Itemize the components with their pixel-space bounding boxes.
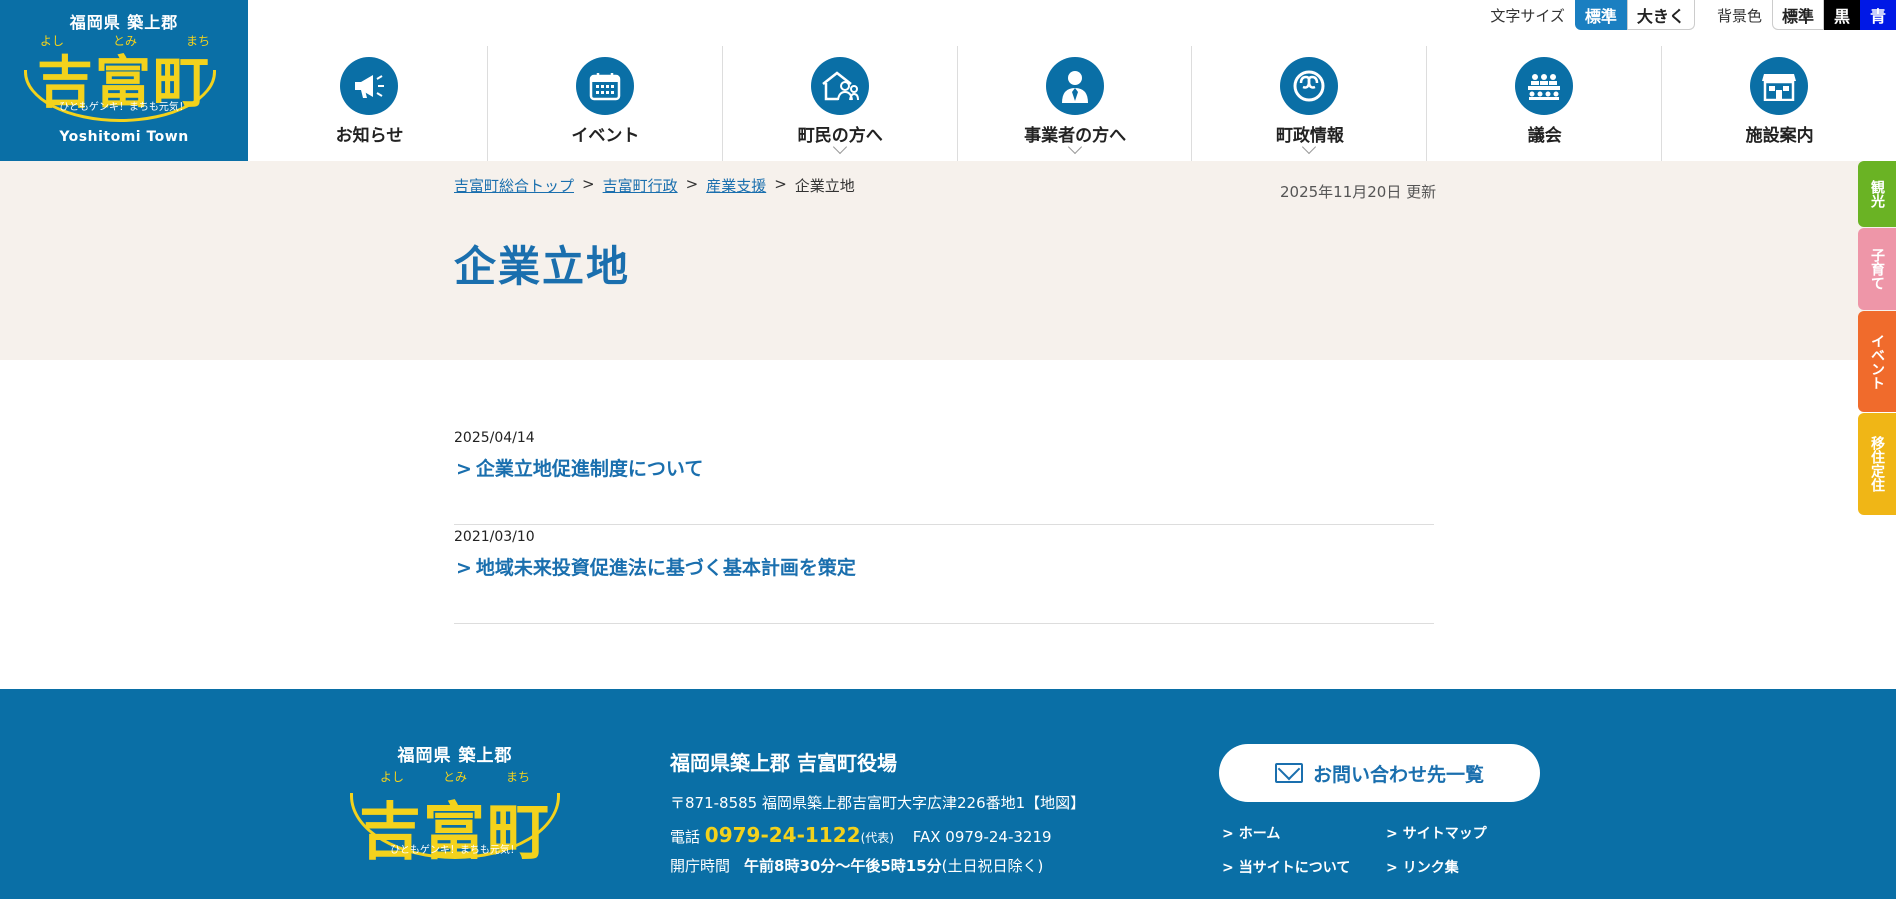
bg-color-label: 背景色 [1716,6,1762,25]
nav-label-event: イベント [571,126,640,146]
global-nav: お知らせ イベント 町民の方へ 事業者の方へ 町政情報 議会 施設案内 [252,46,1896,161]
side-tab-event[interactable]: イベント [1858,311,1896,412]
breadcrumb-separator: > [582,175,595,193]
nav-label-news: お知らせ [335,126,404,146]
article-list: 2025/04/14 企業立地促進制度について 2021/03/10 地域未来投… [454,426,1434,624]
nav-item-town-info[interactable]: 町政情報 [1191,46,1426,161]
updated-date: 2025年11月20日 更新 [1280,183,1437,201]
nav-item-assembly[interactable]: 議会 [1426,46,1661,161]
contact-button-label: お問い合わせ先一覧 [1312,763,1484,786]
nav-label-facilities: 施設案内 [1745,126,1814,146]
footer-logo[interactable]: 福岡県 築上郡 よし とみ まち 吉富町 ひともゲンキ！まちも元気！ [346,741,564,871]
nav-item-news[interactable]: お知らせ [252,46,487,161]
nav-item-residents[interactable]: 町民の方へ [721,46,957,161]
footer-link-home[interactable]: ホーム [1222,823,1386,843]
font-size-label: 文字サイズ [1490,6,1565,25]
bg-standard-button[interactable]: 標準 [1771,0,1824,30]
hours-label: 開庁時間 [670,857,731,875]
logo-town-en: Yoshitomi Town [59,129,189,145]
breadcrumb: 吉富町総合トップ > 吉富町行政 > 産業支援 > 企業立地 [454,175,855,196]
breadcrumb-current: 企業立地 [794,177,855,195]
businessman-icon [1045,57,1104,115]
bg-blue-button[interactable]: 青 [1859,0,1896,30]
site-footer: 福岡県 築上郡 よし とみ まち 吉富町 ひともゲンキ！まちも元気！ 福岡県築上… [0,689,1896,899]
side-tab-tourism[interactable]: 観光 [1858,161,1896,227]
logo-slogan: ひともゲンキ！まちも元気！ [59,102,189,113]
bg-black-button[interactable]: 黒 [1823,0,1860,30]
mail-icon [1274,763,1303,783]
fax-number: FAX 0979-24-3219 [912,828,1052,846]
list-item: 2021/03/10 地域未来投資促進法に基づく基本計画を策定 [454,525,1434,624]
page-title-area: 吉富町総合トップ > 吉富町行政 > 産業支援 > 企業立地 2025年11月2… [0,161,1896,360]
hours-value: 午前8時30分～午後5時15分 [744,857,942,875]
list-item: 2025/04/14 企業立地促進制度について [454,426,1434,525]
hours-note: (土日祝日除く) [941,857,1044,875]
contact-list-button[interactable]: お問い合わせ先一覧 [1219,744,1540,802]
footer-logo-pref: 福岡県 築上郡 [397,746,513,766]
footer-link-links[interactable]: リンク集 [1386,857,1550,877]
nav-item-event[interactable]: イベント [486,46,722,161]
nav-item-business[interactable]: 事業者の方へ [956,46,1192,161]
nav-label-assembly: 議会 [1527,126,1562,146]
tel-number[interactable]: 0979-24-1122 [705,823,861,847]
footer-address: 〒871-8585 福岡県築上郡吉富町大字広津226番地1【地図】 [670,794,1086,812]
tel-label: 電話 [670,828,701,846]
font-large-button[interactable]: 大きく [1626,0,1695,30]
entry-link[interactable]: 企業立地促進制度について [456,454,703,481]
town-emblem-icon [1280,57,1339,115]
breadcrumb-separator: > [685,175,699,193]
side-tab-relocation[interactable]: 移住定住 [1858,413,1896,515]
megaphone-icon [340,57,398,115]
footer-contact-info: 福岡県築上郡 吉富町役場 〒871-8585 福岡県築上郡吉富町大字広津226番… [670,747,1085,876]
footer-link-sitemap[interactable]: サイトマップ [1386,823,1550,843]
footer-tel: 電話 0979-24-1122(代表) FAX 0979-24-3219 [670,823,1085,847]
font-standard-button[interactable]: 標準 [1574,0,1627,30]
accessibility-bar: 文字サイズ 標準 大きく 背景色 標準 黒 青 [1490,0,1896,30]
logo-pref: 福岡県 築上郡 [69,13,179,32]
entry-date: 2021/03/10 [454,529,535,545]
footer-links: ホーム サイトマップ 当サイトについて リンク集 [1222,823,1552,877]
entry-link[interactable]: 地域未来投資促進法に基づく基本計画を策定 [456,553,856,580]
footer-link-about[interactable]: 当サイトについて [1222,857,1386,877]
tel-note: (代表) [860,831,894,845]
side-tab-childcare[interactable]: 子育て [1858,228,1896,310]
site-header: 福岡県 築上郡 よし とみ まち 吉富町 ひともゲンキ！まちも元気！ Yoshi… [0,0,1896,161]
footer-hours: 開庁時間 午前8時30分～午後5時15分(土日祝日除く) [670,855,1085,876]
footer-logo-slogan: ひともゲンキ！まちも元気！ [390,845,520,856]
breadcrumb-link-top[interactable]: 吉富町総合トップ [454,175,574,196]
assembly-icon [1515,57,1574,115]
breadcrumb-separator: > [774,175,787,193]
site-logo[interactable]: 福岡県 築上郡 よし とみ まち 吉富町 ひともゲンキ！まちも元気！ Yoshi… [0,0,248,161]
building-icon [1750,57,1809,115]
nav-item-facilities[interactable]: 施設案内 [1661,46,1896,161]
footer-org-name: 福岡県築上郡 吉富町役場 [670,751,897,775]
calendar-icon [575,57,634,115]
family-house-icon [810,57,869,115]
entry-date: 2025/04/14 [454,430,535,446]
breadcrumb-link-industry[interactable]: 産業支援 [706,175,766,196]
page-title: 企業立地 [454,242,631,291]
breadcrumb-link-admin[interactable]: 吉富町行政 [603,175,678,196]
